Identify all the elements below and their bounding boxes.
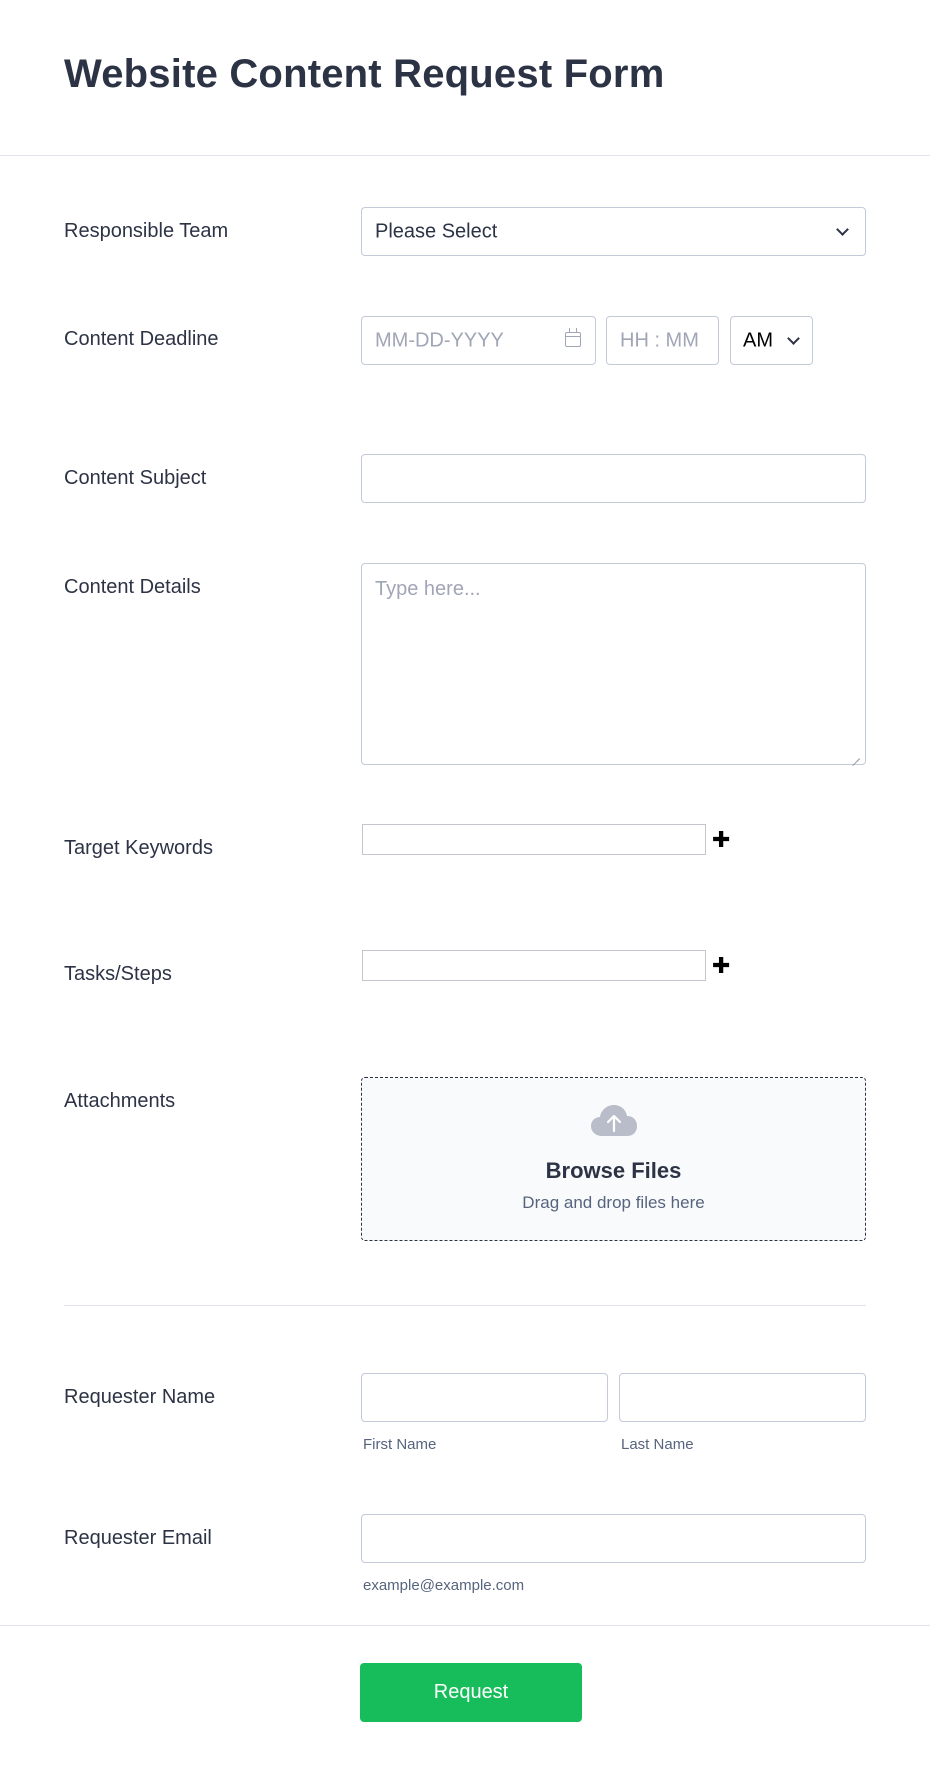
ampm-selected-value: AM [743, 329, 773, 351]
date-placeholder: MM-DD-YYYY [375, 329, 504, 351]
requester-name-label: Requester Name [64, 1386, 216, 1408]
deadline-time-input[interactable]: HH : MM [606, 316, 719, 365]
file-upload-dropzone[interactable]: Browse Files Drag and drop files here [361, 1077, 866, 1241]
responsible-team-label: Responsible Team [64, 220, 229, 242]
cloud-upload-icon [590, 1105, 637, 1136]
add-keyword-plus-icon[interactable]: ✚ [712, 829, 730, 851]
last-name-sublabel: Last Name [621, 1436, 694, 1453]
content-deadline-label: Content Deadline [64, 328, 219, 350]
calendar-icon[interactable] [565, 328, 581, 347]
responsible-team-select[interactable]: Please Select [361, 207, 866, 256]
tasks-steps-label: Tasks/Steps [64, 963, 172, 985]
form-title: Website Content Request Form [64, 52, 665, 96]
resize-handle-icon[interactable] [852, 751, 860, 759]
target-keywords-input[interactable] [362, 824, 706, 855]
form-header: Website Content Request Form [0, 0, 930, 156]
responsible-team-selected-value: Please Select [375, 220, 498, 242]
drag-drop-hint: Drag and drop files here [522, 1193, 705, 1212]
deadline-ampm-select[interactable]: AM [730, 316, 813, 365]
requester-email-label: Requester Email [64, 1527, 212, 1549]
content-details-placeholder: Type here... [375, 578, 481, 600]
content-subject-input[interactable] [361, 454, 866, 503]
requester-email-input[interactable] [361, 1514, 866, 1563]
add-task-plus-icon[interactable]: ✚ [712, 955, 730, 977]
request-submit-button[interactable]: Request [360, 1663, 582, 1722]
content-details-label: Content Details [64, 576, 201, 598]
content-details-textarea[interactable]: Type here... [361, 563, 866, 765]
deadline-date-input[interactable]: MM-DD-YYYY [361, 316, 596, 365]
chevron-down-icon [836, 223, 849, 236]
browse-files-button[interactable]: Browse Files [362, 1158, 865, 1184]
chevron-down-icon [787, 332, 800, 345]
first-name-sublabel: First Name [363, 1436, 437, 1453]
first-name-input[interactable] [361, 1373, 608, 1422]
email-example-sublabel: example@example.com [363, 1577, 525, 1594]
time-placeholder: HH : MM [620, 329, 699, 351]
attachments-label: Attachments [64, 1090, 176, 1112]
last-name-input[interactable] [619, 1373, 866, 1422]
section-divider [64, 1305, 866, 1306]
content-subject-label: Content Subject [64, 467, 207, 489]
tasks-steps-input[interactable] [362, 950, 706, 981]
target-keywords-label: Target Keywords [64, 837, 213, 859]
footer-divider [0, 1625, 930, 1626]
